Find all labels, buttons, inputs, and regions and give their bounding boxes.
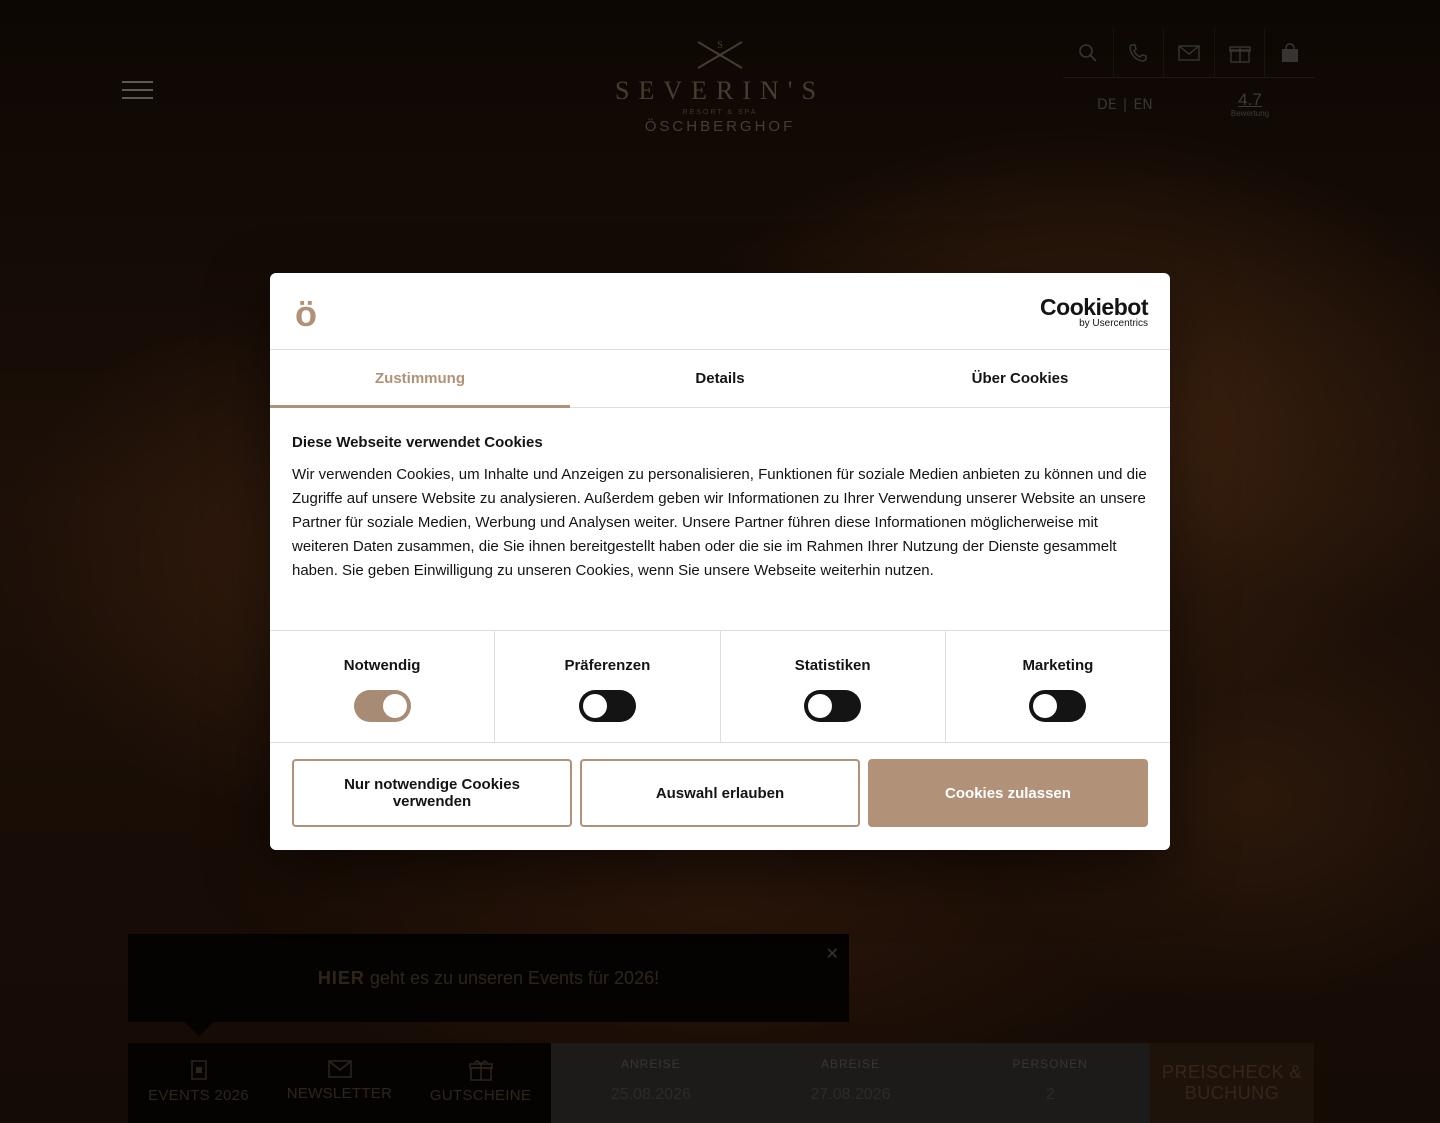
necessary-toggle[interactable] [353,690,411,722]
category-marketing: Marketing [946,631,1170,742]
category-statistics: Statistiken [721,631,946,742]
category-necessary: Notwendig [270,631,496,742]
tab-details[interactable]: Details [570,350,870,407]
dialog-header: ö Cookiebot by Usercentrics [270,273,1170,350]
allow-selection-button[interactable]: Auswahl erlauben [580,759,860,827]
cookiebot-logo[interactable]: Cookiebot by Usercentrics [1040,295,1148,329]
allow-all-cookies-button[interactable]: Cookies zulassen [868,759,1148,827]
tab-about-cookies[interactable]: Über Cookies [870,350,1170,407]
dialog-body: Diese Webseite verwendet Cookies Wir ver… [270,408,1170,630]
category-preferences: Präferenzen [495,631,721,742]
category-necessary-label: Notwendig [343,657,421,674]
category-statistics-label: Statistiken [794,657,871,674]
necessary-only-button[interactable]: Nur notwendige Cookies verwenden [292,759,572,827]
dialog-title: Diese Webseite verwendet Cookies [292,434,543,451]
dialog-text: Wir verwenden Cookies, um Inhalte und An… [292,466,1147,579]
brand-logo: ö [295,293,317,334]
marketing-toggle[interactable] [1029,690,1087,722]
tab-consent[interactable]: Zustimmung [270,350,570,408]
category-marketing-label: Marketing [1022,657,1094,674]
preferences-toggle[interactable] [578,690,636,722]
category-preferences-label: Präferenzen [564,657,651,674]
cookiebot-name: Cookiebot [1040,294,1148,320]
statistics-toggle[interactable] [804,690,862,722]
cookie-consent-dialog: ö Cookiebot by Usercentrics Zustimmung D… [270,273,1170,850]
dialog-buttons: Nur notwendige Cookies verwenden Auswahl… [270,743,1170,843]
cookie-categories: Notwendig Präferenzen Statistiken Market… [270,630,1170,743]
dialog-tabs: Zustimmung Details Über Cookies [270,350,1170,408]
